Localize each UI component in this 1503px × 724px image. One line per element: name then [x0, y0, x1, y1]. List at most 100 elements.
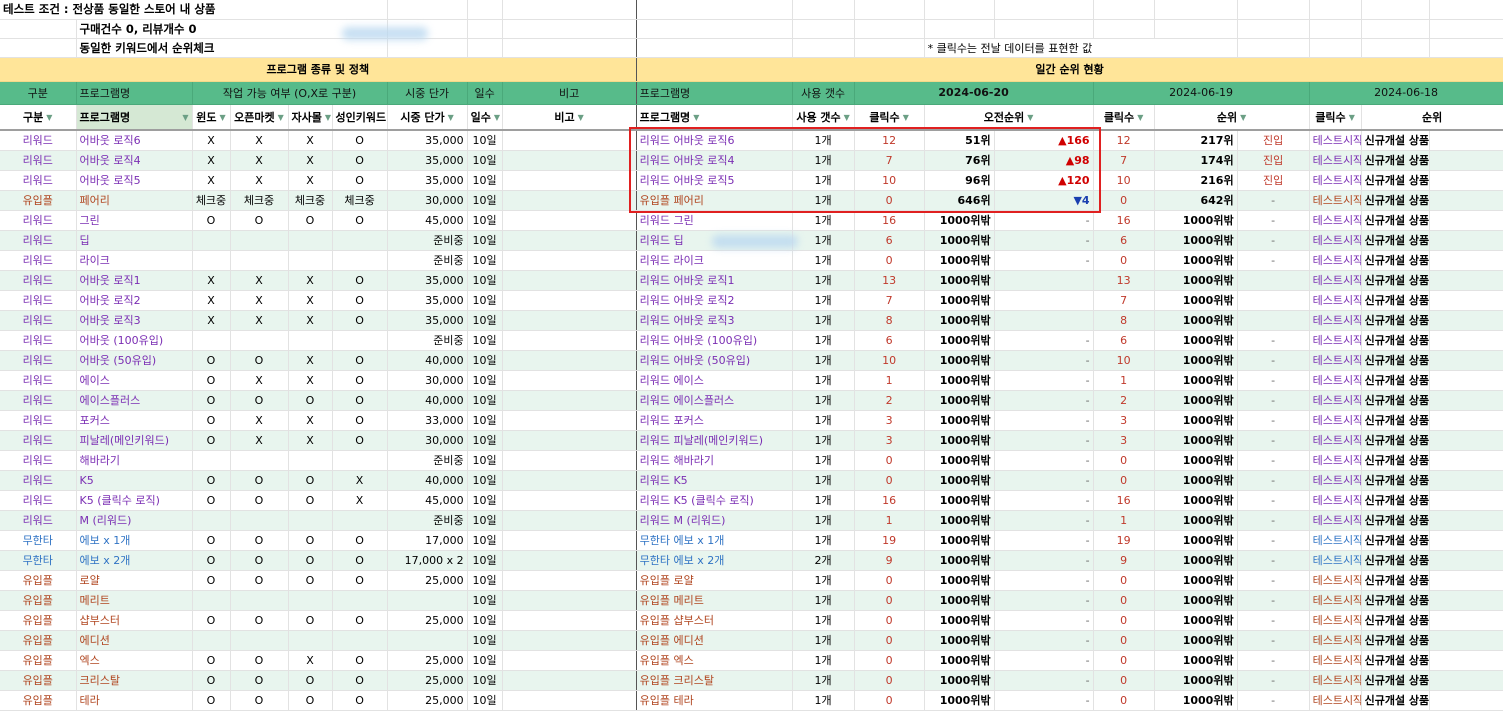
cell-days[interactable]: 10일 [467, 590, 503, 611]
cell-category[interactable]: 리워드 [0, 230, 77, 251]
cell-clicks-1[interactable]: 0 [854, 650, 925, 671]
cell-clicks-2[interactable]: 0 [1093, 250, 1155, 271]
cell-adult-keyword[interactable]: O [332, 410, 388, 431]
cell-am-rank[interactable]: 1000위밖 [924, 290, 995, 311]
cell-empty[interactable] [1429, 350, 1503, 371]
filter-program-2[interactable]: 프로그램명 ▼ [636, 104, 793, 131]
cell-clicks-2[interactable]: 8 [1093, 310, 1155, 331]
cell-days[interactable]: 10일 [467, 150, 503, 171]
cell-adult-keyword[interactable]: O [332, 530, 388, 551]
cell-rank-3[interactable]: 신규개설 상품 1000위밖 [1361, 330, 1430, 351]
cell-note[interactable] [502, 350, 637, 371]
cell-rank-2[interactable]: 1000위밖 [1154, 630, 1238, 651]
cell-clicks-3[interactable]: 테스트시작 [1309, 690, 1362, 711]
cell-window[interactable]: O [192, 690, 231, 711]
filter-dropdown-icon[interactable]: ▼ [844, 113, 850, 122]
cell-price[interactable]: 25,000 [387, 650, 468, 671]
cell-program[interactable]: 어바웃 로직2 [76, 290, 193, 311]
cell-program[interactable]: 샵부스터 [76, 610, 193, 631]
cell-program[interactable]: 해바라기 [76, 450, 193, 471]
cell-clicks-1[interactable]: 3 [854, 410, 925, 431]
cell-price[interactable]: 33,000 [387, 410, 468, 431]
cell-program[interactable]: 라이크 [76, 250, 193, 271]
cell-own-mall[interactable] [288, 330, 333, 351]
cell-adult-keyword[interactable] [332, 590, 388, 611]
cell-category[interactable]: 리워드 [0, 250, 77, 271]
filter-dropdown-icon[interactable]: ▼ [46, 113, 52, 122]
filter-program[interactable]: 프로그램명 ▼ [76, 104, 193, 131]
cell-note[interactable] [502, 390, 637, 411]
cell-clicks-3[interactable]: 테스트시작 [1309, 550, 1362, 571]
cell-note[interactable] [502, 250, 637, 271]
cell-days[interactable]: 10일 [467, 690, 503, 711]
filter-dropdown-icon[interactable]: ▼ [494, 113, 500, 122]
cell-rank-change-2[interactable]: - [1237, 490, 1310, 511]
cell-days[interactable]: 10일 [467, 290, 503, 311]
cell-program[interactable]: 포커스 [76, 410, 193, 431]
cell-own-mall[interactable]: X [288, 650, 333, 671]
cell-rank-3[interactable]: 신규개설 상품 1000위밖 [1361, 430, 1430, 451]
cell-clicks-1[interactable]: 0 [854, 590, 925, 611]
cell-own-mall[interactable]: X [288, 130, 333, 151]
cell-rank-change[interactable]: ▼4 [994, 190, 1094, 211]
cell-clicks-2[interactable]: 12 [1093, 130, 1155, 151]
cell-usage[interactable]: 1개 [792, 330, 855, 351]
cell-adult-keyword[interactable] [332, 250, 388, 271]
filter-open-market[interactable]: 오픈마켓 ▼ [230, 104, 289, 131]
cell-note[interactable] [502, 690, 637, 711]
cell-open-market[interactable]: X [230, 430, 289, 451]
cell-program[interactable]: 엑스 [76, 650, 193, 671]
cell-days[interactable]: 10일 [467, 650, 503, 671]
table-row[interactable]: 리워드 라이크 준비중 10일 리워드 라이크 1개 0 1000위밖 -0 1000위밖 - 테스트… [0, 250, 1503, 271]
cell-adult-keyword[interactable]: O [332, 290, 388, 311]
cell-am-rank[interactable]: 1000위밖 [924, 450, 995, 471]
cell-usage[interactable]: 1개 [792, 610, 855, 631]
cell-open-market[interactable] [230, 590, 289, 611]
cell-window[interactable]: X [192, 310, 231, 331]
cell-am-rank[interactable]: 1000위밖 [924, 390, 995, 411]
cell-own-mall[interactable] [288, 230, 333, 251]
cell-usage[interactable]: 1개 [792, 450, 855, 471]
table-row[interactable]: 리워드 그린 O O O O 45,000 10일 리워드 그린 1개 16 1000위밖 -16 100… [0, 210, 1503, 231]
cell-price[interactable]: 40,000 [387, 390, 468, 411]
cell-adult-keyword[interactable]: O [332, 390, 388, 411]
header-date-3[interactable]: 2024-06-18 [1309, 81, 1503, 105]
cell-window[interactable] [192, 230, 231, 251]
cell-am-rank[interactable]: 1000위밖 [924, 330, 995, 351]
filter-dropdown-icon[interactable]: ▼ [325, 113, 331, 122]
filter-usage[interactable]: 사용 갯수 ▼ [792, 104, 855, 131]
cell-price[interactable]: 30,000 [387, 430, 468, 451]
cell-note[interactable] [502, 550, 637, 571]
cell-clicks-2[interactable]: 2 [1093, 390, 1155, 411]
cell-am-rank[interactable]: 1000위밖 [924, 530, 995, 551]
cell-empty[interactable] [1429, 170, 1503, 191]
cell-am-rank[interactable]: 1000위밖 [924, 430, 995, 451]
cell-program-2[interactable]: 리워드 라이크 [636, 250, 793, 271]
cell-open-market[interactable]: X [230, 130, 289, 151]
cell-window[interactable]: O [192, 530, 231, 551]
cell-price[interactable]: 30,000 [387, 370, 468, 391]
cell-clicks-1[interactable]: 7 [854, 150, 925, 171]
cell-rank-2[interactable]: 217위 [1154, 130, 1238, 151]
filter-dropdown-icon[interactable]: ▼ [1240, 113, 1246, 122]
cell-category[interactable]: 리워드 [0, 130, 77, 151]
filter-price[interactable]: 시중 단가 ▼ [387, 104, 468, 131]
cell-usage[interactable]: 1개 [792, 630, 855, 651]
cell-usage[interactable]: 1개 [792, 390, 855, 411]
cell-own-mall[interactable]: X [288, 170, 333, 191]
cell-price[interactable]: 17,000 x 2 [387, 550, 468, 571]
cell-rank-3[interactable]: 신규개설 상품 1000위밖 [1361, 130, 1430, 151]
cell-open-market[interactable]: O [230, 650, 289, 671]
cell-window[interactable]: O [192, 370, 231, 391]
cell-program[interactable]: 어바웃 (100유입) [76, 330, 193, 351]
cell-note[interactable] [502, 270, 637, 291]
cell-note[interactable] [502, 210, 637, 231]
cell-rank-change-2[interactable]: - [1237, 470, 1310, 491]
filter-category[interactable]: 구분 ▼ [0, 104, 77, 131]
cell-own-mall[interactable]: X [288, 150, 333, 171]
cell-rank-change[interactable]: - [994, 610, 1094, 631]
filter-dropdown-icon[interactable]: ▼ [1137, 113, 1143, 122]
cell-rank-change[interactable]: - [994, 530, 1094, 551]
cell-price[interactable]: 30,000 [387, 190, 468, 211]
cell-rank-change-2[interactable] [1237, 270, 1310, 291]
